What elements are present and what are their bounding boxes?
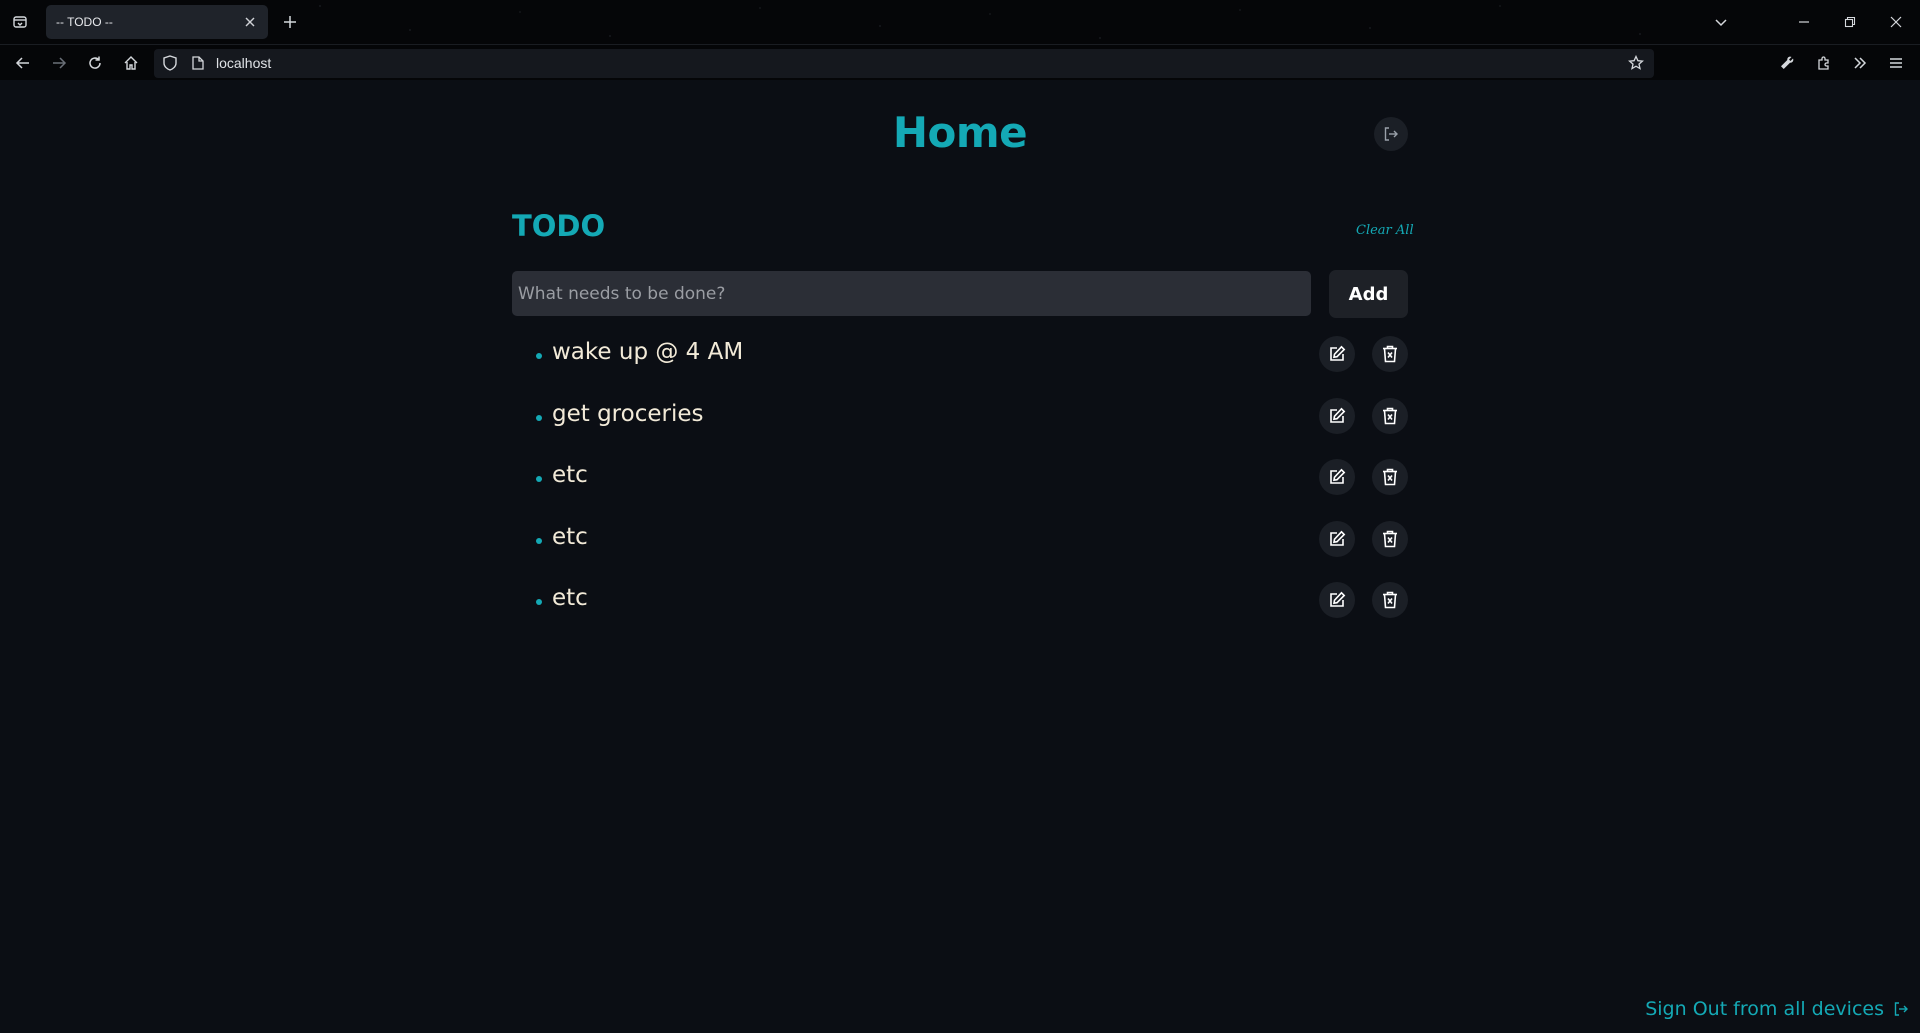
delete-button[interactable] bbox=[1372, 336, 1408, 372]
star-icon[interactable] bbox=[1622, 49, 1650, 77]
arrow-right-icon[interactable] bbox=[45, 49, 73, 77]
edit-button[interactable] bbox=[1319, 582, 1355, 618]
home-icon[interactable] bbox=[117, 49, 145, 77]
reload-icon[interactable] bbox=[81, 49, 109, 77]
hamburger-icon[interactable] bbox=[1882, 49, 1910, 77]
trash-icon bbox=[1382, 407, 1398, 425]
chevron-double-right-icon[interactable] bbox=[1846, 49, 1874, 77]
add-button[interactable]: Add bbox=[1329, 270, 1408, 318]
edit-icon bbox=[1328, 591, 1346, 609]
bullet bbox=[536, 414, 542, 421]
puzzle-icon[interactable] bbox=[1810, 49, 1838, 77]
trash-icon bbox=[1382, 530, 1398, 548]
browser-tab-bar: -- TODO -- bbox=[0, 0, 1920, 44]
todo-item: etc bbox=[512, 579, 1408, 641]
url-bar[interactable]: localhost bbox=[154, 49, 1654, 78]
bullet bbox=[536, 599, 542, 605]
restore-icon[interactable] bbox=[1836, 8, 1864, 36]
todo-text: etc bbox=[552, 523, 588, 550]
bullet bbox=[536, 537, 542, 544]
close-icon[interactable] bbox=[1882, 8, 1910, 36]
bullet bbox=[536, 476, 542, 482]
wrench-icon[interactable] bbox=[1773, 49, 1801, 77]
edit-icon bbox=[1328, 345, 1346, 363]
tab-title: -- TODO -- bbox=[56, 15, 113, 29]
trash-icon bbox=[1382, 345, 1398, 363]
sign-out-button[interactable] bbox=[1374, 117, 1408, 151]
edit-button[interactable] bbox=[1319, 397, 1355, 434]
arrow-left-icon[interactable] bbox=[9, 49, 37, 77]
todo-item: wake up @ 4 AM bbox=[512, 333, 1408, 395]
sign-out-all-devices-link[interactable]: Sign Out from all devices bbox=[1645, 998, 1910, 1020]
edit-icon bbox=[1328, 530, 1346, 548]
todo-item: etc bbox=[512, 456, 1408, 518]
minimize-icon[interactable] bbox=[1790, 8, 1818, 36]
chevron-down-icon[interactable] bbox=[1707, 8, 1735, 36]
browser-nav-bar: localhost bbox=[0, 44, 1920, 80]
browser-tab[interactable]: -- TODO -- bbox=[46, 5, 268, 39]
edit-icon bbox=[1328, 407, 1346, 425]
delete-button[interactable] bbox=[1372, 459, 1408, 495]
todo-item: etc bbox=[512, 518, 1408, 580]
plus-icon[interactable] bbox=[276, 8, 304, 36]
delete-button[interactable] bbox=[1372, 520, 1408, 557]
edit-icon bbox=[1328, 468, 1346, 486]
todo-text: etc bbox=[552, 462, 588, 488]
todo-input[interactable] bbox=[512, 271, 1311, 316]
edit-button[interactable] bbox=[1319, 459, 1355, 495]
url-text: localhost bbox=[216, 55, 272, 71]
sign-out-icon bbox=[1384, 127, 1398, 141]
section-title: TODO bbox=[512, 209, 606, 243]
trash-icon bbox=[1382, 468, 1398, 486]
page-icon[interactable] bbox=[184, 49, 212, 77]
todo-text: wake up @ 4 AM bbox=[552, 339, 744, 365]
edit-button[interactable] bbox=[1319, 520, 1355, 557]
sign-out-icon bbox=[1892, 1000, 1910, 1018]
delete-button[interactable] bbox=[1372, 397, 1408, 434]
todo-text: etc bbox=[552, 585, 588, 611]
trash-icon bbox=[1382, 591, 1398, 609]
todo-item: get groceries bbox=[512, 395, 1408, 457]
clear-all-link[interactable]: Clear All bbox=[1356, 223, 1414, 238]
bullet bbox=[536, 353, 542, 359]
sign-out-all-devices-label: Sign Out from all devices bbox=[1645, 998, 1884, 1020]
todo-list: wake up @ 4 AM get groceries etc etc etc bbox=[512, 333, 1408, 641]
delete-button[interactable] bbox=[1372, 582, 1408, 618]
page-title: Home bbox=[892, 108, 1028, 157]
tab-list-icon[interactable] bbox=[6, 8, 34, 36]
todo-text: get groceries bbox=[552, 400, 704, 427]
close-tab-icon[interactable] bbox=[242, 14, 258, 30]
edit-button[interactable] bbox=[1319, 336, 1355, 372]
shield-icon[interactable] bbox=[156, 49, 184, 77]
